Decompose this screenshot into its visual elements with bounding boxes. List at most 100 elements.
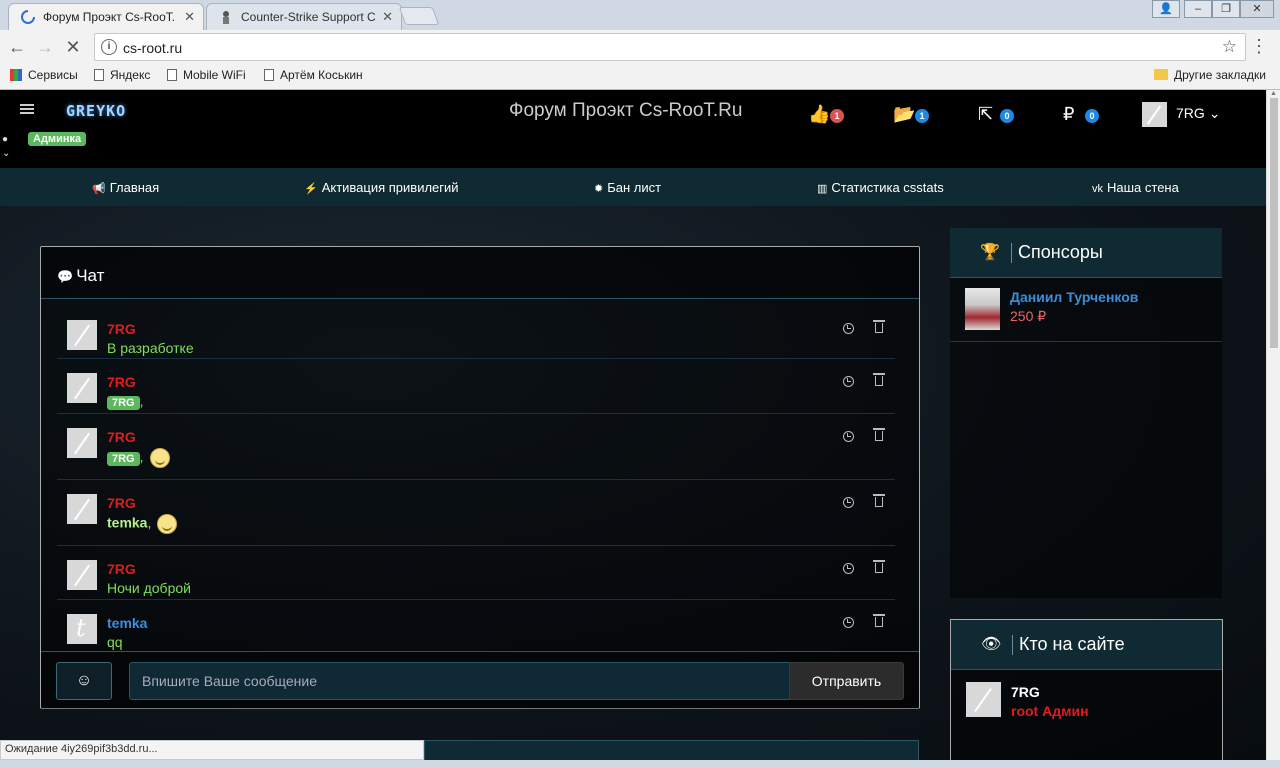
bookmark-star-icon[interactable]: ☆: [1222, 37, 1237, 57]
message-author[interactable]: 7RG: [107, 374, 136, 390]
avatar[interactable]: [67, 494, 97, 524]
emoji-button[interactable]: ☺: [56, 662, 112, 700]
close-tab-icon[interactable]: ✕: [184, 9, 195, 25]
chat-message: t temka qq: [57, 601, 895, 651]
shares-button[interactable]: ⇱ 0: [978, 104, 1014, 126]
clock-icon[interactable]: [843, 617, 854, 628]
tab-active[interactable]: Форум Проэкт Cs-RooT. ✕: [8, 3, 204, 30]
mention-tag[interactable]: 7RG: [107, 396, 140, 410]
page-icon: [264, 69, 274, 81]
avatar[interactable]: [1142, 102, 1167, 127]
menu-wall[interactable]: vk Наша стена: [1092, 180, 1179, 195]
message-text: qq: [107, 634, 123, 650]
avatar[interactable]: [67, 428, 97, 458]
message-text: 7RG,: [107, 393, 144, 410]
sponsor-name[interactable]: Даниил Турченков: [1010, 289, 1138, 305]
minimize-button[interactable]: –: [1184, 0, 1212, 18]
message-author[interactable]: 7RG: [107, 321, 136, 337]
menu-home[interactable]: 📢 Главная: [92, 180, 159, 195]
trash-icon[interactable]: [873, 320, 885, 333]
trash-icon[interactable]: [873, 560, 885, 573]
trash-icon[interactable]: [873, 614, 885, 627]
maximize-button[interactable]: ❐: [1212, 0, 1240, 18]
user-menu[interactable]: 7RG ⌄: [1176, 105, 1220, 122]
bookmark-label: Другие закладки: [1174, 68, 1266, 82]
apps-icon: [10, 69, 22, 81]
folder-icon: [1154, 69, 1168, 80]
menu-label: Главная: [109, 180, 160, 195]
chat-title-text: Чат: [76, 266, 105, 285]
message-author[interactable]: 7RG: [107, 429, 136, 445]
browser-toolbar: ← → ✕ i cs-root.ru ☆ ⋮: [0, 30, 1280, 64]
sponsor-amount: 250 ₽: [1010, 308, 1047, 324]
likes-button[interactable]: 👍 1: [808, 104, 844, 126]
trash-icon[interactable]: [873, 428, 885, 441]
mention-nick[interactable]: temka: [107, 515, 147, 531]
clock-icon[interactable]: [843, 431, 854, 442]
site-logo[interactable]: GREYKO: [66, 102, 126, 120]
clock-icon[interactable]: [843, 376, 854, 387]
avatar[interactable]: [67, 560, 97, 590]
trash-icon[interactable]: [873, 494, 885, 507]
menu-banlist[interactable]: ✹ Бан лист: [594, 180, 661, 195]
close-window-button[interactable]: ✕: [1240, 0, 1274, 18]
trash-icon[interactable]: [873, 373, 885, 386]
sponsor-photo[interactable]: [965, 288, 1000, 330]
info-icon[interactable]: i: [101, 39, 117, 55]
bookmark-other[interactable]: Другие закладки: [1154, 68, 1266, 82]
mention-tag[interactable]: 7RG: [107, 451, 140, 466]
new-tab-button[interactable]: [398, 7, 440, 25]
share-icon: ⇱: [978, 104, 994, 124]
message-author[interactable]: temka: [107, 615, 147, 631]
avatar[interactable]: t: [67, 614, 97, 644]
tab-inactive[interactable]: Counter-Strike Support C ✕: [206, 3, 402, 30]
message-input[interactable]: [129, 662, 789, 700]
chat-message: 7RG temka,: [57, 481, 895, 546]
address-bar[interactable]: i cs-root.ru ☆: [94, 33, 1246, 61]
admin-badge[interactable]: Админка: [28, 132, 87, 146]
message-author[interactable]: 7RG: [107, 495, 136, 511]
clock-icon[interactable]: [843, 563, 854, 574]
bullhorn-icon: 📢: [92, 183, 106, 195]
money-button[interactable]: ₽ 0: [1063, 104, 1099, 126]
divider: [950, 341, 1222, 342]
page-icon: [94, 69, 104, 81]
menu-toggle-icon[interactable]: [20, 104, 34, 114]
sponsors-panel: 🏆 Спонсоры Даниил Турченков 250 ₽: [950, 228, 1222, 598]
bookmark-services[interactable]: Сервисы: [10, 68, 78, 82]
tab-title: Форум Проэкт Cs-RooT.: [43, 10, 176, 24]
profile-icon[interactable]: 👤: [1152, 0, 1180, 18]
bookmark-label: Артём Коськин: [280, 68, 363, 82]
bookmark-yandex[interactable]: Яндекс: [94, 68, 150, 82]
menu-privileges[interactable]: ⚡ Активация привилегий: [304, 180, 459, 195]
sponsors-title: Спонсоры: [1018, 242, 1103, 262]
chat-header: 💬 Чат: [41, 247, 919, 299]
send-button[interactable]: Отправить: [789, 662, 904, 700]
scroll-up-icon[interactable]: ▲: [1270, 90, 1277, 97]
username: 7RG: [1176, 105, 1205, 121]
message-text: В разработке: [107, 340, 194, 356]
page-scrollbar[interactable]: ▲ ▼: [1266, 90, 1280, 768]
sponsors-header: 🏆 Спонсоры: [950, 228, 1222, 278]
files-button[interactable]: 📂 1: [893, 104, 929, 126]
scrollbar-thumb[interactable]: [1270, 98, 1278, 348]
online-user-name[interactable]: 7RG: [1011, 684, 1040, 700]
close-tab-icon[interactable]: ✕: [382, 9, 393, 25]
back-icon[interactable]: ←: [6, 36, 28, 58]
forward-icon[interactable]: →: [34, 36, 56, 58]
avatar[interactable]: [67, 320, 97, 350]
menu-dots-icon[interactable]: ⋮: [1250, 36, 1268, 57]
message-author[interactable]: 7RG: [107, 561, 136, 577]
clock-icon[interactable]: [843, 497, 854, 508]
stop-icon[interactable]: ✕: [62, 36, 84, 58]
menu-stats[interactable]: ▥ Статистика csstats: [817, 180, 944, 195]
bookmark-mobile-wifi[interactable]: Mobile WiFi: [167, 68, 246, 82]
url-text[interactable]: cs-root.ru: [123, 40, 182, 56]
clock-icon[interactable]: [843, 323, 854, 334]
online-header: 👁 Кто на сайте: [951, 620, 1222, 670]
chevron-down-icon[interactable]: ⌄: [2, 148, 10, 159]
avatar[interactable]: [67, 373, 97, 403]
message-text: 7RG,: [107, 448, 170, 468]
avatar[interactable]: [966, 682, 1001, 717]
bookmark-artem[interactable]: Артём Коськин: [264, 68, 363, 82]
